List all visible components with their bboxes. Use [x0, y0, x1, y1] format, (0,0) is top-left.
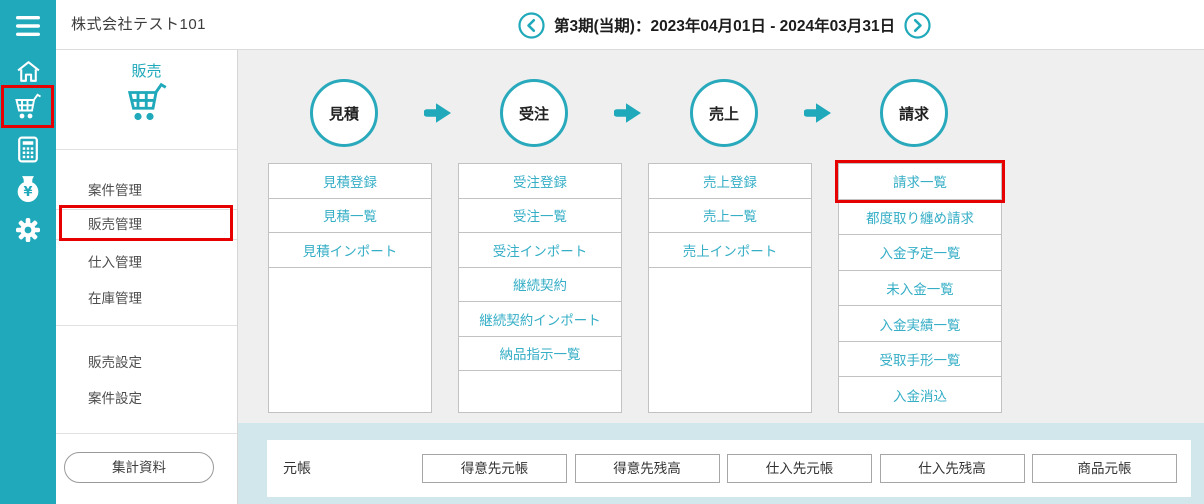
- flow-button[interactable]: 見積インポート: [268, 232, 432, 268]
- module-title: 販売: [131, 63, 162, 80]
- cart-icon[interactable]: [0, 91, 56, 123]
- flow-button[interactable]: 売上一覧: [648, 197, 812, 233]
- ledger-panel: 元帳 得意先元帳 得意先残高 仕入先元帳 仕入先残高 商品元帳: [267, 440, 1191, 497]
- flow-button[interactable]: 見積登録: [268, 163, 432, 199]
- ledger-band: 元帳 得意先元帳 得意先残高 仕入先元帳 仕入先残高 商品元帳: [238, 423, 1204, 504]
- empty-cell: [458, 370, 622, 413]
- sidebar-item-anken-kanri[interactable]: 案件管理: [56, 173, 237, 209]
- gear-icon[interactable]: [0, 215, 56, 245]
- svg-text:¥: ¥: [24, 185, 33, 200]
- flow-button[interactable]: 継続契約インポート: [458, 301, 622, 337]
- ledger-buttons: 得意先元帳 得意先残高 仕入先元帳 仕入先残高 商品元帳: [422, 454, 1177, 483]
- app-window: 株式会社テスト101 第3期(当期)：2023年04月01日 - 2024年03…: [0, 0, 1204, 504]
- flow-column: 受注登録 受注一覧 受注インポート 継続契約 継続契約インポート 納品指示一覧: [458, 163, 622, 413]
- flow-button[interactable]: 受取手形一覧: [838, 340, 1002, 378]
- sidebar: 販売 案件管理 販売管理 仕入管理 在庫管理 販売設定 案件設定 集計資料: [56, 50, 237, 504]
- flow-button[interactable]: 入金予定一覧: [838, 234, 1002, 271]
- ledger-label: 元帳: [283, 460, 311, 476]
- flow-column: 見積登録 見積一覧 見積インポート: [268, 163, 432, 413]
- sidebar-item-hanbai-settei[interactable]: 販売設定: [56, 345, 237, 381]
- ledger-button[interactable]: 仕入先残高: [879, 454, 1025, 483]
- ledger-button[interactable]: 仕入先元帳: [727, 454, 872, 483]
- flow-button[interactable]: 都度取り纏め請求: [838, 198, 1002, 236]
- chevron-right-icon[interactable]: [904, 11, 931, 39]
- sidebar-item-hanbai-kanri[interactable]: 販売管理: [56, 209, 237, 240]
- flow-button[interactable]: 売上インポート: [648, 232, 812, 268]
- flow-button[interactable]: 受注登録: [458, 163, 622, 199]
- flow-button[interactable]: 入金実績一覧: [838, 305, 1002, 342]
- sidebar-divider: [56, 433, 237, 434]
- flow-button[interactable]: 継続契約: [458, 266, 622, 302]
- company-name: 株式会社テスト101: [71, 16, 207, 33]
- empty-cell: [648, 266, 812, 413]
- flow-step-uriage: 売上: [690, 79, 758, 147]
- arrow-right-icon: [614, 103, 641, 123]
- cart-icon: [56, 82, 237, 124]
- flow-button[interactable]: 売上登録: [648, 163, 812, 199]
- ledger-button[interactable]: 得意先元帳: [422, 454, 567, 483]
- flow-button[interactable]: 請求一覧: [838, 163, 1002, 200]
- flow-column: 売上登録 売上一覧 売上インポート: [648, 163, 812, 413]
- fiscal-period-label: 第3期(当期)：2023年04月01日 - 2024年03月31日: [554, 18, 896, 35]
- flow-button[interactable]: 見積一覧: [268, 197, 432, 233]
- summary-report-button[interactable]: 集計資料: [64, 452, 214, 483]
- flow-step-mitsumori: 見積: [310, 79, 378, 147]
- sidebar-item-anken-settei[interactable]: 案件設定: [56, 381, 237, 417]
- flow-button[interactable]: 入金消込: [838, 376, 1002, 414]
- ledger-button[interactable]: 得意先残高: [574, 454, 720, 483]
- app-icon-rail: ¥: [0, 0, 56, 504]
- flow-step-seikyu: 請求: [880, 79, 948, 147]
- money-bag-icon[interactable]: ¥: [0, 174, 56, 204]
- sidebar-divider: [56, 149, 237, 150]
- flow-button[interactable]: 未入金一覧: [838, 269, 1002, 307]
- flow-button[interactable]: 納品指示一覧: [458, 335, 622, 371]
- sidebar-item-shiire-kanri[interactable]: 仕入管理: [56, 245, 237, 281]
- arrow-right-icon: [804, 103, 831, 123]
- sidebar-item-zaiko-kanri[interactable]: 在庫管理: [56, 281, 237, 317]
- menu-icon[interactable]: [0, 12, 56, 40]
- flow-step-juchu: 受注: [500, 79, 568, 147]
- calculator-icon[interactable]: [0, 134, 56, 164]
- flow-button[interactable]: 受注インポート: [458, 232, 622, 268]
- empty-cell: [268, 266, 432, 413]
- chevron-left-icon[interactable]: [518, 11, 545, 39]
- flow-button[interactable]: 受注一覧: [458, 197, 622, 233]
- arrow-right-icon: [424, 103, 451, 123]
- sidebar-divider: [56, 325, 237, 326]
- home-icon[interactable]: [0, 57, 56, 85]
- fiscal-period-selector: 第3期(当期)：2023年04月01日 - 2024年03月31日: [518, 0, 931, 50]
- ledger-button[interactable]: 商品元帳: [1032, 454, 1177, 483]
- flow-column: 請求一覧 都度取り纏め請求 入金予定一覧 未入金一覧 入金実績一覧 受取手形一覧 入金消込: [838, 163, 1002, 414]
